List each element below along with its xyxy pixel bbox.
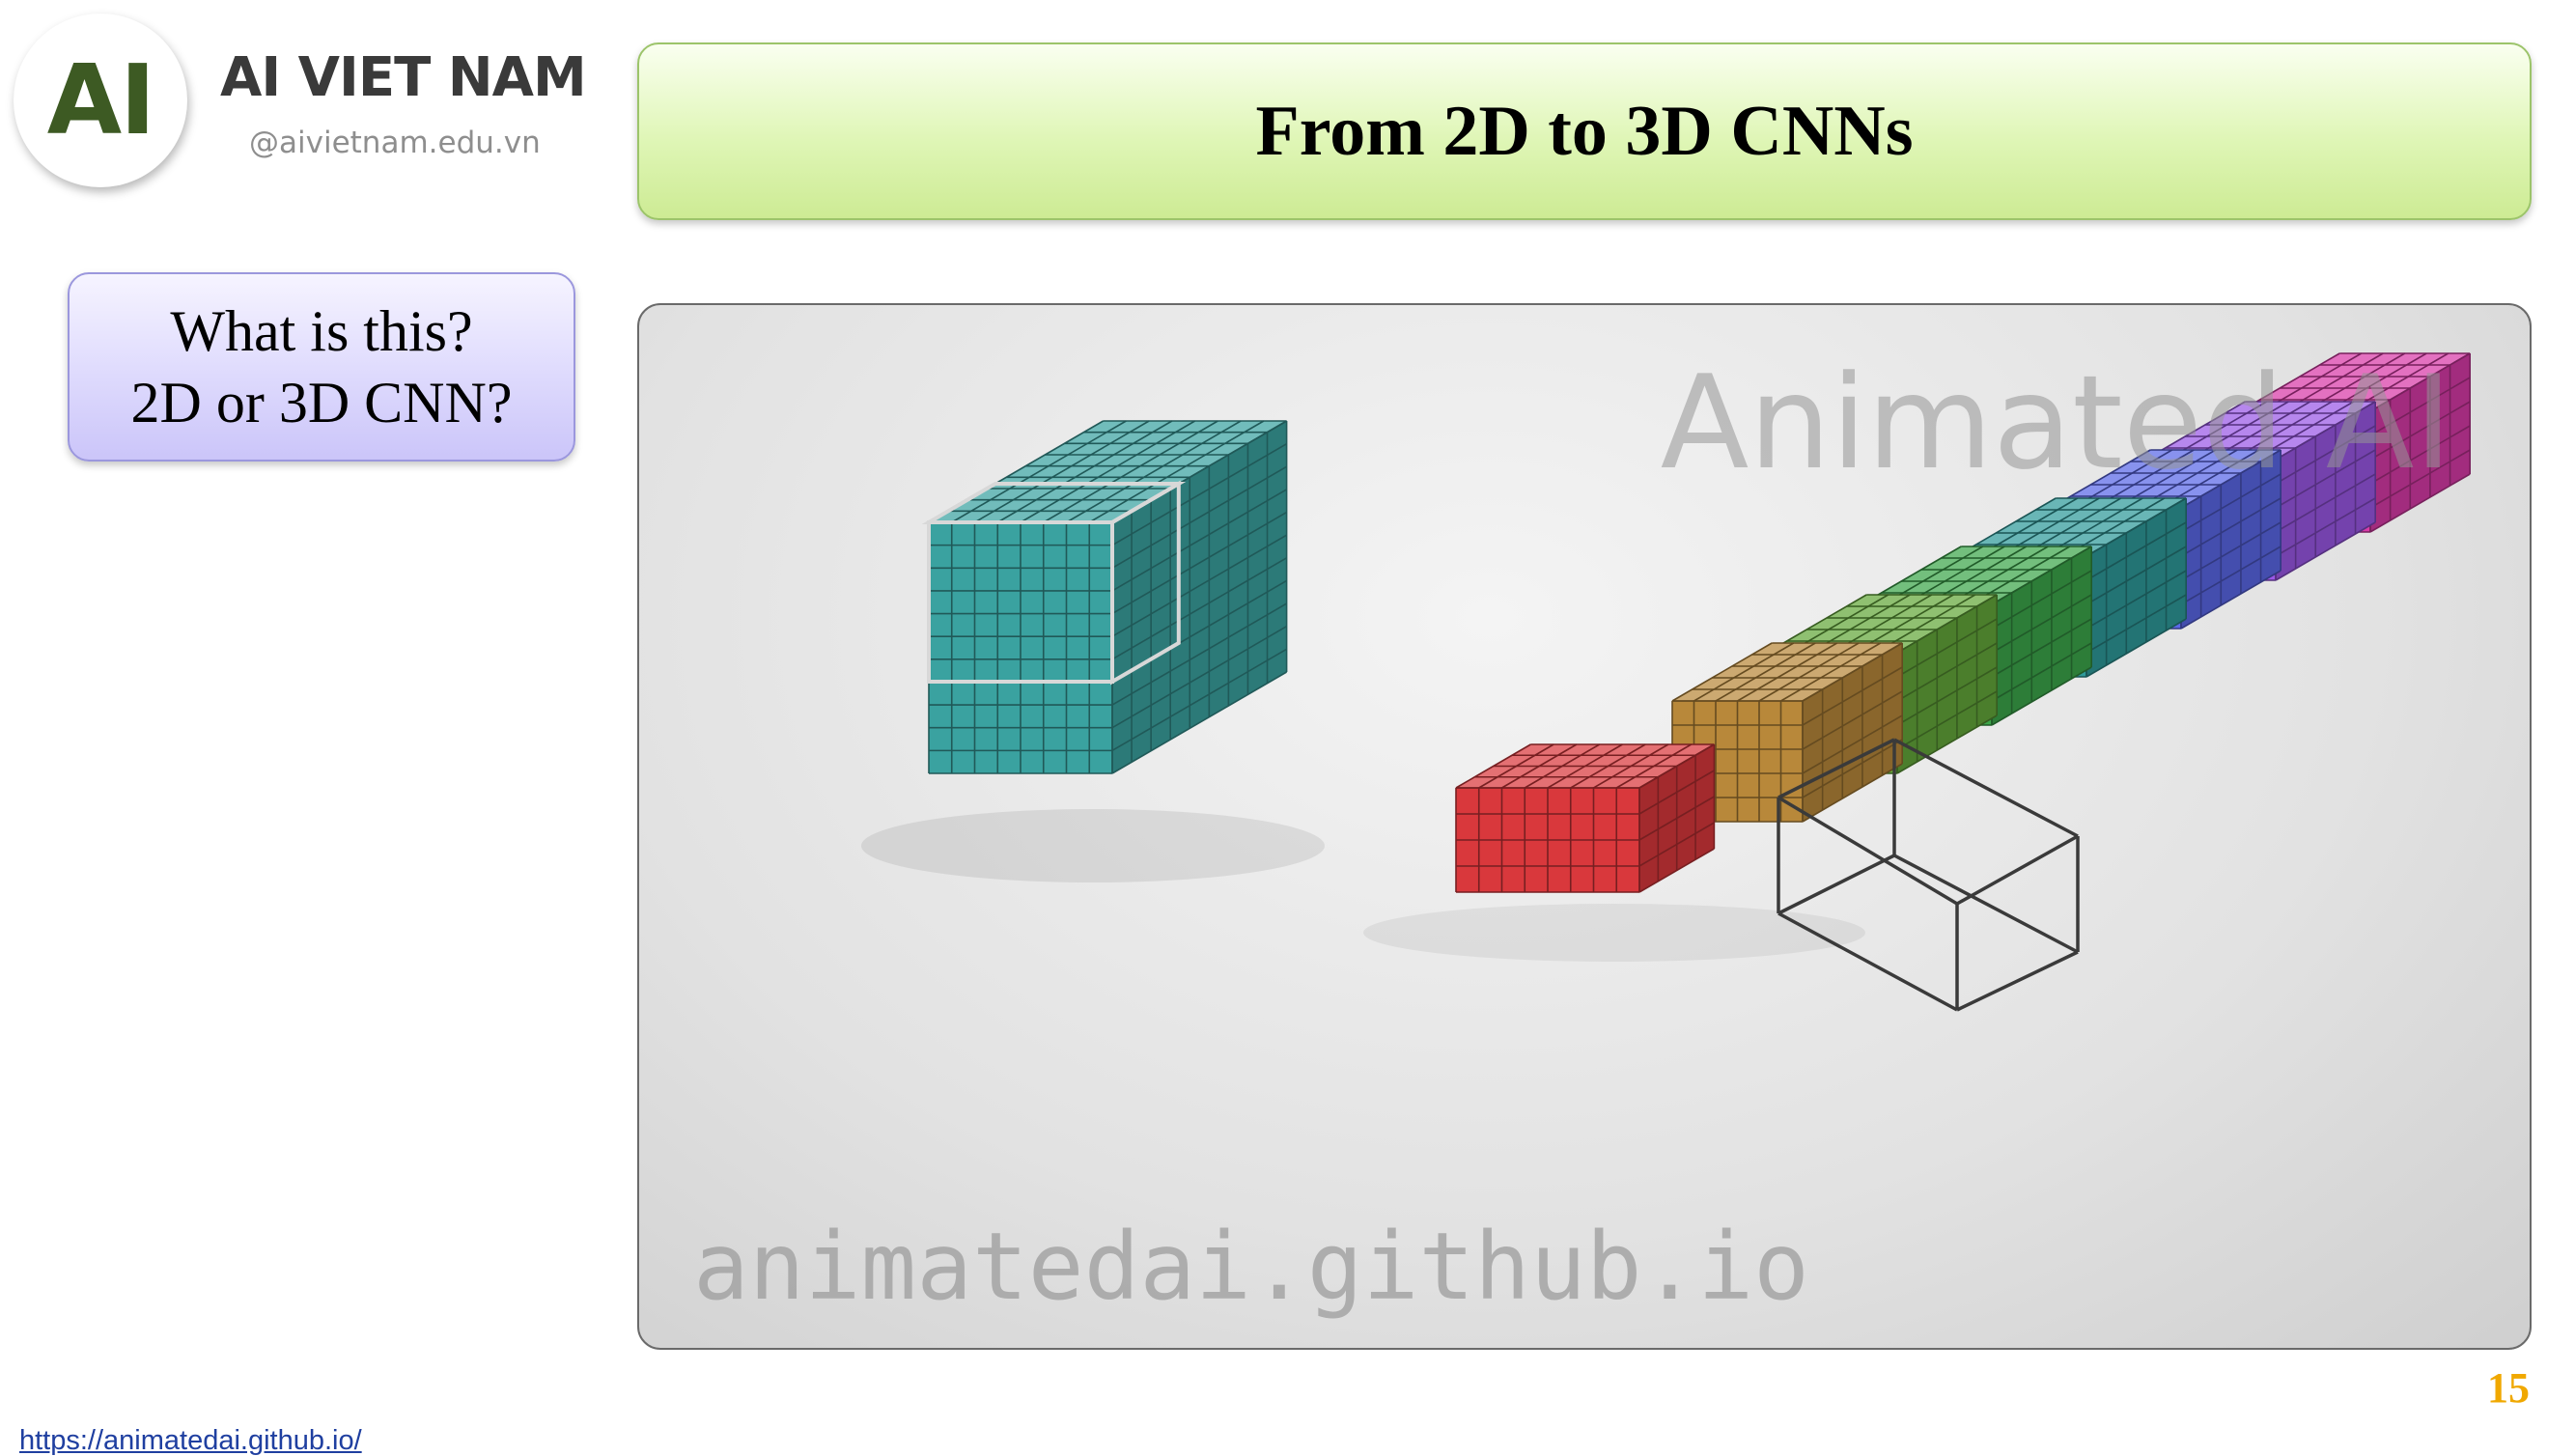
page-number: 15 <box>2487 1364 2530 1412</box>
convolution-animation-figure: Animated AI animatedai.github.io <box>637 303 2532 1350</box>
input-volume <box>928 420 1288 774</box>
input-shadow <box>861 809 1325 882</box>
logo-badge: AI <box>14 14 187 187</box>
question-callout: What is this? 2D or 3D CNN? <box>68 272 575 462</box>
title-banner: From 2D to 3D CNNs <box>637 42 2532 220</box>
source-link[interactable]: https://animatedai.github.io/ <box>19 1427 362 1455</box>
watermark-animated-ai: Animated AI <box>1660 348 2452 498</box>
watermark-site: animatedai.github.io <box>693 1213 1809 1321</box>
output-shadow <box>1363 904 1865 962</box>
logo-mark: AI <box>46 43 156 156</box>
output-slice <box>1455 743 1716 893</box>
slide-title: From 2D to 3D CNNs <box>1255 91 1914 171</box>
brand-site: @aivietnam.edu.vn <box>249 126 541 160</box>
question-line-2: 2D or 3D CNN? <box>130 371 513 434</box>
question-line-1: What is this? <box>170 299 473 363</box>
brand-name: AI VIET NAM <box>220 46 587 109</box>
